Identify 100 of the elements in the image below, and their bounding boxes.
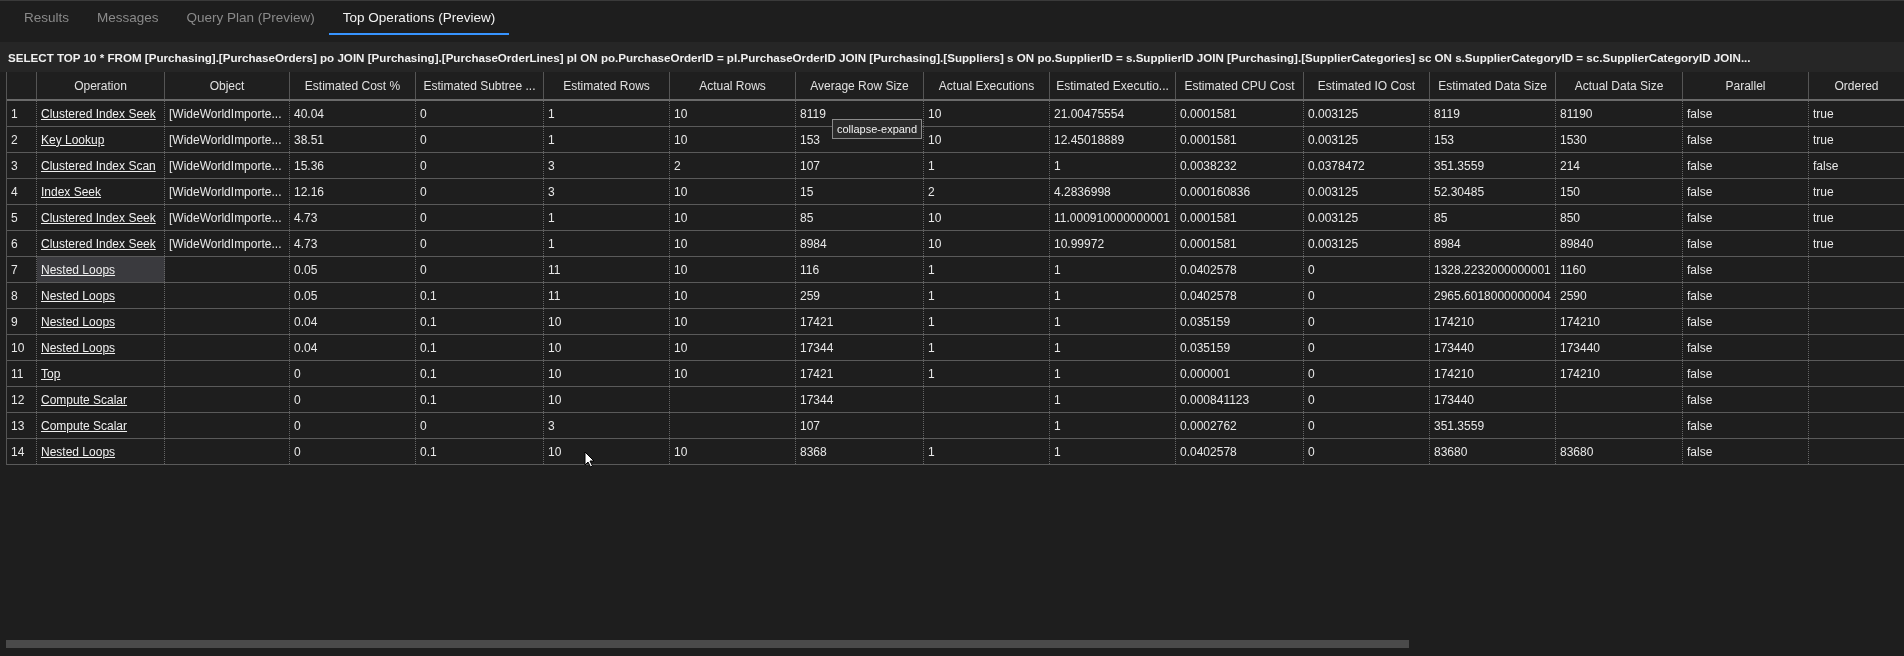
table-cell: true: [1809, 179, 1904, 204]
table-cell: 1: [544, 127, 670, 152]
table-cell: 0: [1304, 309, 1430, 334]
table-cell: 10: [924, 205, 1050, 230]
table-cell: 1: [1050, 413, 1176, 438]
table-cell: 4.2836998: [1050, 179, 1176, 204]
table-cell: 15: [796, 179, 924, 204]
column-header[interactable]: Operation: [37, 72, 165, 99]
column-header[interactable]: Ordered: [1809, 72, 1904, 99]
table-cell: false: [1683, 309, 1809, 334]
table-cell: 0.04: [290, 335, 416, 360]
table-cell: 1: [924, 309, 1050, 334]
table-cell: true: [1809, 231, 1904, 256]
operation-link[interactable]: Clustered Index Scan: [41, 158, 156, 173]
table-cell: 10: [670, 361, 796, 386]
table-cell: 4.73: [290, 205, 416, 230]
row-number: 14: [7, 439, 37, 464]
column-header[interactable]: Estimated Data Size: [1430, 72, 1556, 99]
operation-link[interactable]: Key Lookup: [41, 132, 105, 147]
table-cell: true: [1809, 205, 1904, 230]
operation-link[interactable]: Nested Loops: [41, 314, 116, 329]
table-cell: 10: [544, 335, 670, 360]
table-cell: 1: [1050, 257, 1176, 282]
table-cell: 8119: [1430, 101, 1556, 126]
operation-link[interactable]: Clustered Index Seek: [41, 236, 156, 251]
column-header[interactable]: Estimated Cost %: [290, 72, 416, 99]
table-cell: 0.000001: [1176, 361, 1304, 386]
tab[interactable]: Messages: [83, 1, 173, 35]
table-cell: 214: [1556, 153, 1683, 178]
tab[interactable]: Top Operations (Preview): [328, 1, 510, 35]
operation-link[interactable]: Clustered Index Seek: [41, 210, 156, 225]
column-header[interactable]: Object: [165, 72, 290, 99]
tab[interactable]: Query Plan (Preview): [172, 1, 329, 35]
table-cell: 0.0001581: [1176, 205, 1304, 230]
table-cell: 0: [416, 257, 544, 282]
table-cell: 17344: [796, 335, 924, 360]
table-cell: 3: [544, 413, 670, 438]
table-cell: 0.000841123: [1176, 387, 1304, 412]
column-header[interactable]: Estimated IO Cost: [1304, 72, 1430, 99]
table-cell: true: [1809, 127, 1904, 152]
table-cell: false: [1683, 101, 1809, 126]
column-header[interactable]: Estimated CPU Cost: [1176, 72, 1304, 99]
column-header[interactable]: Actual Data Size: [1556, 72, 1683, 99]
table-cell: 0.0001581: [1176, 127, 1304, 152]
row-number: 9: [7, 309, 37, 334]
tab[interactable]: Results: [10, 1, 83, 35]
operation-link[interactable]: Nested Loops: [41, 262, 116, 277]
table-cell: 3: [544, 153, 670, 178]
row-number: 8: [7, 283, 37, 308]
operation-link[interactable]: Top: [41, 366, 61, 381]
column-header[interactable]: Actual Executions: [924, 72, 1050, 99]
table-cell: 0.1: [416, 309, 544, 334]
scrollbar-thumb[interactable]: [6, 640, 1409, 648]
table-cell: false: [1809, 153, 1904, 178]
table-cell: 1: [1050, 309, 1176, 334]
table-cell: 0.0038232: [1176, 153, 1304, 178]
table-cell: 10: [924, 231, 1050, 256]
column-header[interactable]: Parallel: [1683, 72, 1809, 99]
table-cell: 83680: [1430, 439, 1556, 464]
operation-link[interactable]: Compute Scalar: [41, 392, 128, 407]
table-cell: 1: [924, 335, 1050, 360]
table-cell: 1: [1050, 153, 1176, 178]
table-cell: 116: [796, 257, 924, 282]
row-number: 10: [7, 335, 37, 360]
table-cell: 1: [544, 231, 670, 256]
table-cell: 85: [1430, 205, 1556, 230]
table-cell: 38.51: [290, 127, 416, 152]
table-cell: 1: [924, 283, 1050, 308]
table-cell: 11: [544, 283, 670, 308]
column-header[interactable]: Actual Rows: [670, 72, 796, 99]
table-cell: 85: [796, 205, 924, 230]
table-cell: 10: [670, 205, 796, 230]
operation-link[interactable]: Compute Scalar: [41, 418, 128, 433]
row-number: 2: [7, 127, 37, 152]
table-cell: 0.05: [290, 257, 416, 282]
table-cell: 107: [796, 153, 924, 178]
operation-link[interactable]: Nested Loops: [41, 288, 116, 303]
column-header[interactable]: Average Row Size: [796, 72, 924, 99]
table-cell: 83680: [1556, 439, 1683, 464]
operation-link[interactable]: Nested Loops: [41, 444, 116, 459]
column-header[interactable]: Estimated Executio...: [1050, 72, 1176, 99]
table-cell: true: [1809, 101, 1904, 126]
table-cell: 0.0402578: [1176, 257, 1304, 282]
table-cell: 0.003125: [1304, 179, 1430, 204]
table-cell: 8368: [796, 439, 924, 464]
operation-link[interactable]: Index Seek: [41, 184, 102, 199]
operation-link[interactable]: Nested Loops: [41, 340, 116, 355]
table-cell: [WideWorldImporte...: [165, 231, 290, 256]
table-cell: 0.0402578: [1176, 283, 1304, 308]
table-cell: 0.1: [416, 387, 544, 412]
table-cell: 11.000910000000001: [1050, 205, 1176, 230]
table-cell: 10.99972: [1050, 231, 1176, 256]
column-header[interactable]: Estimated Rows: [544, 72, 670, 99]
table-cell: 1: [544, 205, 670, 230]
row-number: 1: [7, 101, 37, 126]
table-cell: 0.0001581: [1176, 231, 1304, 256]
column-header[interactable]: Estimated Subtree ...: [416, 72, 544, 99]
table-cell: 12.16: [290, 179, 416, 204]
operation-link[interactable]: Clustered Index Seek: [41, 106, 156, 121]
table-cell: 0: [1304, 257, 1430, 282]
